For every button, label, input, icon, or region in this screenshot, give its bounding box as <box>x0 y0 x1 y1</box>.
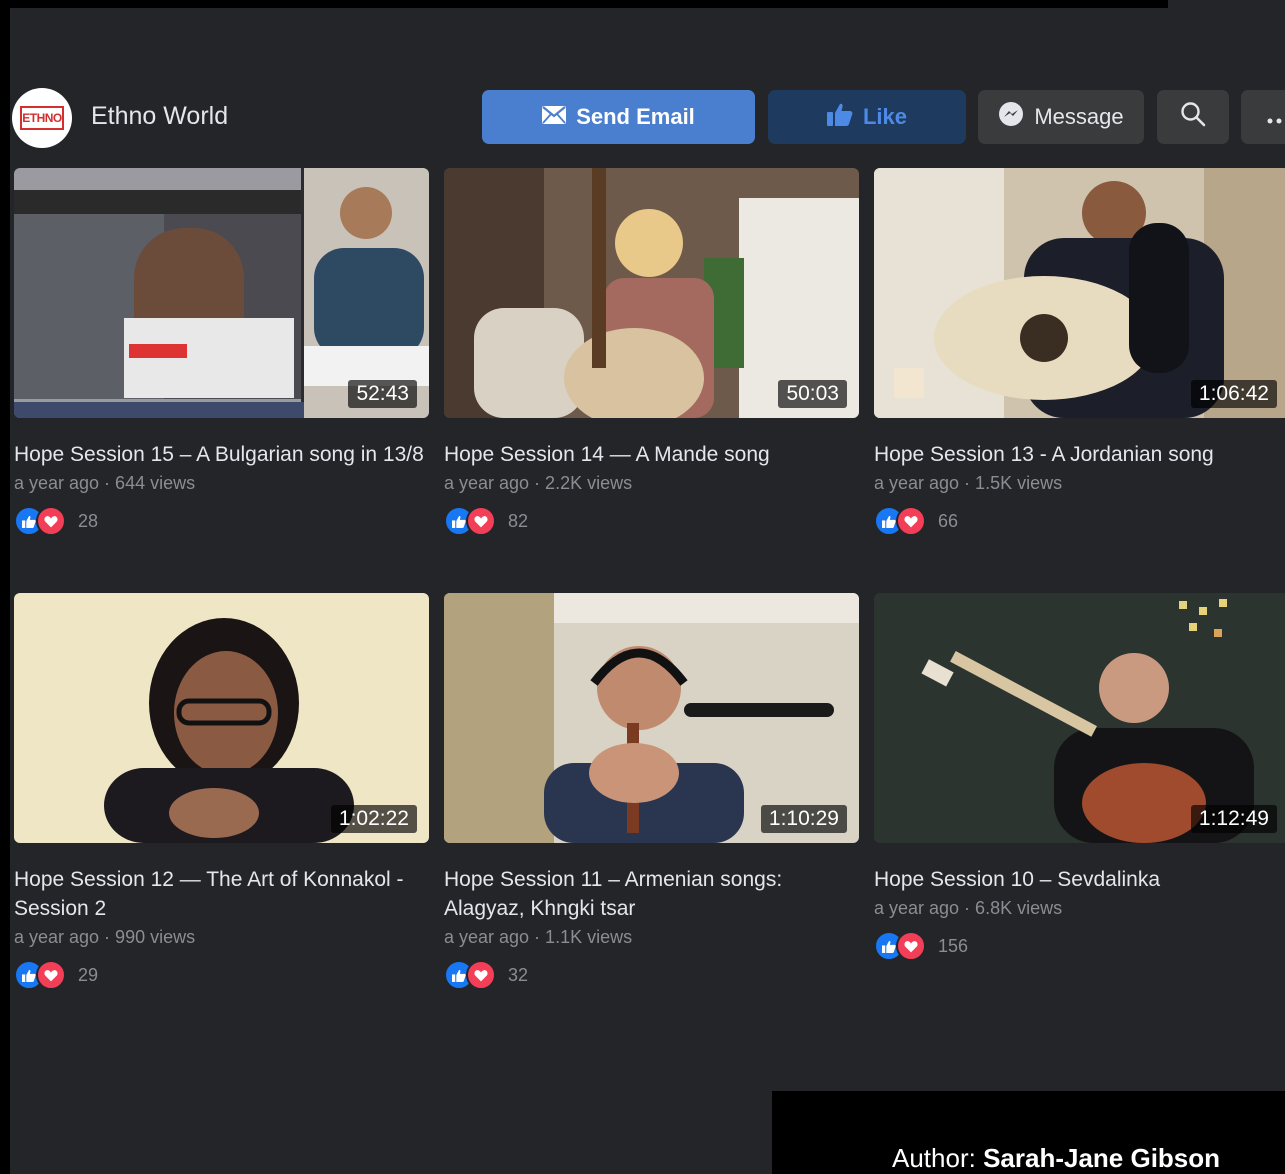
thumbs-up-icon <box>826 102 853 132</box>
video-title[interactable]: Hope Session 13 - A Jordanian song <box>874 440 1285 469</box>
love-reaction-icon <box>896 931 926 961</box>
reaction-count: 28 <box>78 510 99 531</box>
ethno-logo: ETHNO <box>20 106 64 130</box>
page-videos-panel: ETHNO Ethno World Send Email Like Messag… <box>10 8 1285 1174</box>
reactions[interactable]: 156 <box>874 931 1285 961</box>
send-email-label: Send Email <box>576 104 695 129</box>
video-duration: 1:12:49 <box>1190 805 1277 833</box>
message-button[interactable]: Message <box>978 90 1144 144</box>
video-duration: 1:10:29 <box>760 805 847 833</box>
video-meta: a year ago · 990 views <box>14 927 196 947</box>
love-reaction-icon <box>466 960 496 990</box>
more-options-button[interactable] <box>1241 90 1285 144</box>
author-name: Sarah-Jane Gibson <box>983 1143 1221 1173</box>
page-avatar[interactable]: ETHNO <box>12 88 72 148</box>
video-meta: a year ago · 644 views <box>14 473 196 493</box>
video-card[interactable]: 52:43 Hope Session 15 – A Bulgarian song… <box>14 168 429 536</box>
video-thumbnail[interactable]: 52:43 <box>14 168 429 418</box>
love-reaction-icon <box>36 506 66 536</box>
love-reaction-icon <box>466 506 496 536</box>
video-thumbnail[interactable]: 50:03 <box>444 168 859 418</box>
video-duration: 1:02:22 <box>330 805 417 833</box>
video-duration: 52:43 <box>348 380 417 408</box>
reactions[interactable]: 28 <box>14 506 429 536</box>
reaction-count: 32 <box>508 964 529 985</box>
video-meta: a year ago · 1.1K views <box>444 927 633 947</box>
video-title[interactable]: Hope Session 15 – A Bulgarian song in 13… <box>14 440 429 469</box>
reactions[interactable]: 66 <box>874 506 1285 536</box>
video-card[interactable]: 1:10:29 Hope Session 11 – Armenian songs… <box>444 593 859 990</box>
reactions[interactable]: 29 <box>14 960 429 990</box>
top-strip <box>1168 0 1285 8</box>
video-meta: a year ago · 2.2K views <box>444 473 633 493</box>
video-title[interactable]: Hope Session 11 – Armenian songs: Alagya… <box>444 865 859 923</box>
reaction-count: 156 <box>938 935 969 956</box>
envelope-icon <box>542 104 567 130</box>
love-reaction-icon <box>36 960 66 990</box>
like-label: Like <box>862 104 908 129</box>
video-title[interactable]: Hope Session 10 – Sevdalinka <box>874 865 1285 894</box>
author-caption: Author: Sarah-Jane Gibson <box>892 1143 1220 1174</box>
video-thumbnail[interactable]: 1:02:22 <box>14 593 429 843</box>
send-email-button[interactable]: Send Email <box>482 90 755 144</box>
video-duration: 50:03 <box>778 380 847 408</box>
video-card[interactable]: 1:06:42 Hope Session 13 - A Jordanian so… <box>874 168 1285 536</box>
reactions[interactable]: 82 <box>444 506 859 536</box>
message-label: Message <box>1034 104 1124 129</box>
video-thumbnail[interactable]: 1:10:29 <box>444 593 859 843</box>
like-button[interactable]: Like <box>768 90 966 144</box>
video-meta: a year ago · 1.5K views <box>874 473 1063 493</box>
love-reaction-icon <box>896 506 926 536</box>
page-name[interactable]: Ethno World <box>91 102 228 131</box>
video-card[interactable]: 50:03 Hope Session 14 — A Mande song a y… <box>444 168 859 536</box>
reactions[interactable]: 32 <box>444 960 859 990</box>
messenger-icon <box>998 101 1024 133</box>
more-icon <box>1267 104 1285 130</box>
video-thumbnail[interactable]: 1:12:49 <box>874 593 1285 843</box>
page-header: ETHNO Ethno World Send Email Like Messag… <box>10 88 1285 158</box>
video-duration: 1:06:42 <box>1190 380 1277 408</box>
video-meta: a year ago · 6.8K views <box>874 898 1063 918</box>
author-label: Author: <box>892 1143 984 1173</box>
reaction-count: 66 <box>938 510 959 531</box>
reaction-count: 29 <box>78 964 99 985</box>
video-card[interactable]: 1:02:22 Hope Session 12 — The Art of Kon… <box>14 593 429 990</box>
author-caption-box: Author: Sarah-Jane Gibson <box>772 1091 1285 1174</box>
video-title[interactable]: Hope Session 12 — The Art of Konnakol - … <box>14 865 429 923</box>
reaction-count: 82 <box>508 510 529 531</box>
video-thumbnail[interactable]: 1:06:42 <box>874 168 1285 418</box>
video-title[interactable]: Hope Session 14 — A Mande song <box>444 440 859 469</box>
search-button[interactable] <box>1157 90 1229 144</box>
video-card[interactable]: 1:12:49 Hope Session 10 – Sevdalinka a y… <box>874 593 1285 961</box>
search-icon <box>1180 101 1206 133</box>
